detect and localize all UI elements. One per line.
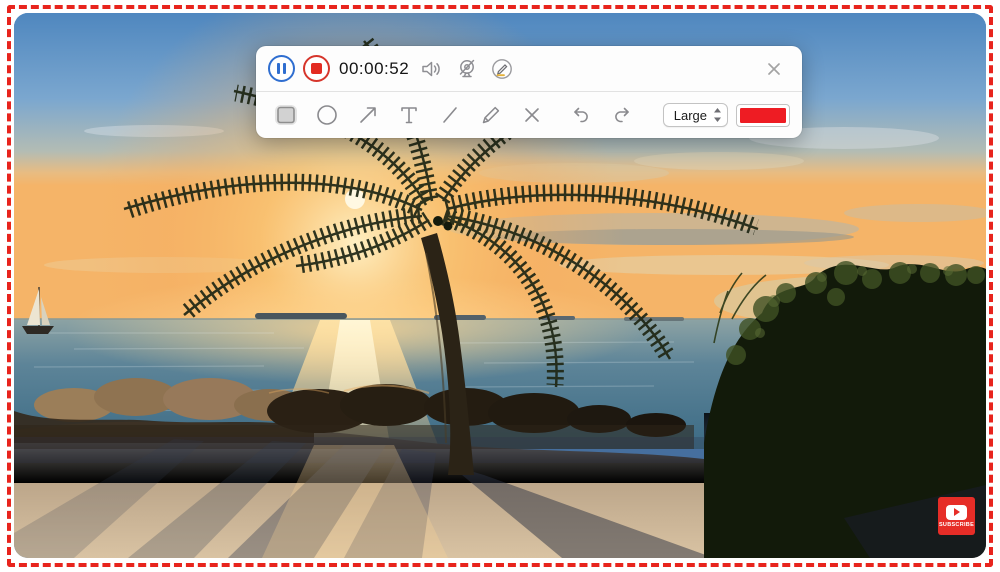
webcam-button[interactable] xyxy=(453,55,481,83)
sun xyxy=(345,189,365,209)
tool-arrow[interactable] xyxy=(354,100,382,130)
annotation-pencil-icon xyxy=(490,57,514,81)
pause-icon xyxy=(277,63,286,74)
audio-button[interactable] xyxy=(418,55,446,83)
chevron-updown-icon xyxy=(713,107,722,123)
stop-icon xyxy=(311,63,322,74)
webcam-off-icon xyxy=(455,57,479,81)
tool-undo[interactable] xyxy=(567,100,595,130)
subscribe-label: SUBSCRIBE xyxy=(939,522,974,528)
tool-line[interactable] xyxy=(436,100,464,130)
subscribe-watermark[interactable]: SUBSCRIBE xyxy=(938,497,975,535)
close-toolbar-button[interactable] xyxy=(760,55,788,83)
recorder-toolbar: 00:00:52 xyxy=(256,46,802,138)
tool-delete[interactable] xyxy=(518,100,546,130)
pencil-icon xyxy=(479,103,503,127)
tool-redo[interactable] xyxy=(608,100,636,130)
recording-timer: 00:00:52 xyxy=(339,59,411,79)
annotation-tools-row: Large xyxy=(256,92,802,138)
size-dropdown-value: Large xyxy=(674,108,707,123)
ellipse-icon xyxy=(315,103,339,127)
tool-rectangle[interactable] xyxy=(272,100,300,130)
rectangle-icon xyxy=(273,103,299,127)
youtube-play-icon xyxy=(946,505,967,520)
tool-ellipse[interactable] xyxy=(313,100,341,130)
undo-icon xyxy=(569,103,593,127)
close-icon xyxy=(765,60,783,78)
screen-recorder-page: 00:00:52 xyxy=(0,0,1000,572)
color-swatch-button[interactable] xyxy=(736,104,790,127)
text-icon xyxy=(397,103,421,127)
tool-text[interactable] xyxy=(395,100,423,130)
recording-controls-row: 00:00:52 xyxy=(256,46,802,91)
x-icon xyxy=(520,103,544,127)
stop-button[interactable] xyxy=(303,55,330,82)
arrow-icon xyxy=(356,103,380,127)
speaker-icon xyxy=(419,57,445,81)
line-icon xyxy=(438,103,462,127)
annotate-button[interactable] xyxy=(488,55,516,83)
size-dropdown[interactable]: Large xyxy=(663,103,728,127)
redo-icon xyxy=(610,103,634,127)
pause-button[interactable] xyxy=(268,55,295,82)
tool-pencil[interactable] xyxy=(477,100,505,130)
color-swatch-icon xyxy=(740,108,786,123)
